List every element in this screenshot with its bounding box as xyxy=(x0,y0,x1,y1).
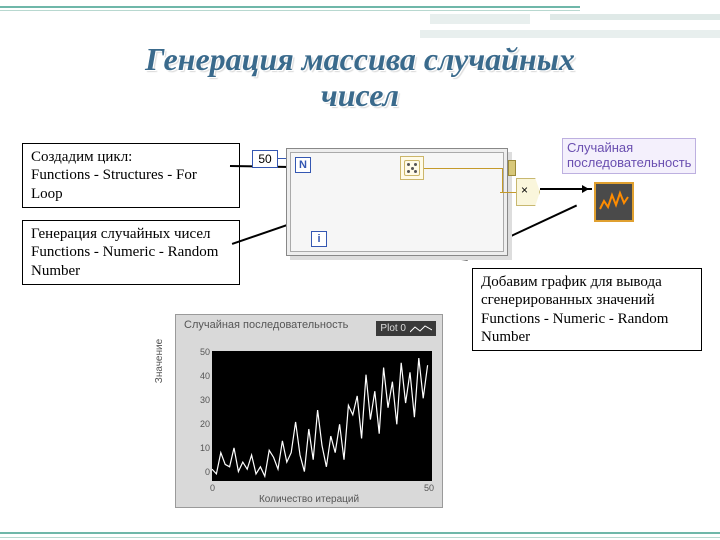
text: Functions - Numeric - Random Number xyxy=(31,243,231,280)
chart-ytick: 30 xyxy=(198,395,210,405)
page-title: Генерация массива случайных чисел xyxy=(0,42,720,114)
arrow-mul-to-graph xyxy=(540,188,592,190)
random-number-icon xyxy=(400,156,424,180)
loop-iteration-terminal-i: i xyxy=(311,231,327,247)
waveform-graph-terminal-label: Случайная последовательность xyxy=(562,138,696,174)
waveform-chart-panel: Случайная последовательность Plot 0 Знач… xyxy=(175,314,443,508)
for-loop-inner: N i xyxy=(290,152,504,252)
wire xyxy=(500,192,516,193)
numeric-constant-50: 50 xyxy=(252,150,278,168)
text: Генерация случайных чисел xyxy=(31,225,231,243)
text: Создадим цикл: xyxy=(31,148,231,166)
chart-plot-area xyxy=(212,351,432,481)
chart-ytick: 20 xyxy=(198,419,210,429)
autoindex-tunnel-icon xyxy=(508,160,516,176)
title-line2: чисел xyxy=(321,77,399,113)
text: Случайная xyxy=(567,140,633,155)
callout-create-loop: Создадим цикл: Functions - Structures - … xyxy=(22,143,240,208)
callout-add-graph: Добавим график для вывода сгенерированны… xyxy=(472,268,702,351)
text: Functions - Structures - For Loop xyxy=(31,166,231,203)
decor-rule xyxy=(0,6,580,8)
chart-ytick: 40 xyxy=(198,371,210,381)
for-loop-structure: N i xyxy=(286,148,508,256)
legend-label: Plot 0 xyxy=(380,323,406,334)
decor-rule xyxy=(0,537,720,538)
decor-rule xyxy=(430,14,530,24)
chart-ytick: 0 xyxy=(198,467,210,477)
chart-xlabel: Количество итераций xyxy=(176,494,442,505)
decor-rule xyxy=(550,14,720,20)
chart-ytick: 10 xyxy=(198,443,210,453)
decor-rule xyxy=(0,532,720,534)
wire xyxy=(502,168,503,192)
chart-xtick: 0 xyxy=(210,483,215,493)
callout-random-gen: Генерация случайных чисел Functions - Nu… xyxy=(22,220,240,285)
wire xyxy=(424,168,502,169)
multiply-symbol: × xyxy=(521,183,528,197)
text: Добавим график для вывода сгенерированны… xyxy=(481,273,693,310)
loop-count-terminal-N: N xyxy=(295,157,311,173)
chart-ylabel: Значение xyxy=(154,311,165,411)
chart-legend: Plot 0 xyxy=(376,321,436,336)
text: Functions - Numeric - Random Number xyxy=(481,310,693,347)
text: последовательность xyxy=(567,155,691,170)
chart-xtick: 50 xyxy=(424,483,434,493)
decor-rule xyxy=(420,30,720,38)
multiply-icon: × xyxy=(516,178,540,206)
waveform-graph-terminal-icon xyxy=(594,182,634,222)
chart-ytick: 50 xyxy=(198,347,210,357)
decor-rule xyxy=(0,10,580,11)
title-line1: Генерация массива случайных xyxy=(145,41,575,77)
chart-title: Случайная последовательность xyxy=(184,319,348,331)
